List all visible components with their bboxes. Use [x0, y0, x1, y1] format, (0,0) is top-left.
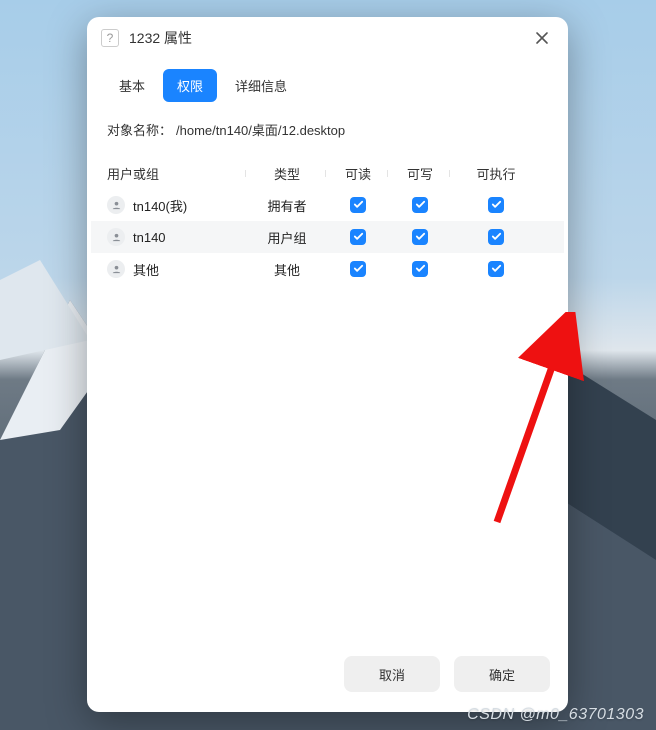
watermark-text: CSDN @m0_63701303 — [467, 706, 644, 724]
user-icon — [107, 228, 125, 246]
checkbox-read[interactable] — [350, 261, 366, 277]
header-user-or-group: 用户或组 — [107, 164, 247, 183]
table-row: tn140(我) 拥有者 — [91, 189, 564, 221]
window-title: 1232 属性 — [129, 28, 192, 48]
ok-button[interactable]: 确定 — [454, 656, 550, 692]
permissions-table: 用户或组 类型 可读 可写 可执行 tn140(我) 拥有者 tn1 — [87, 157, 568, 285]
dialog-footer: 取消 确定 — [87, 640, 568, 712]
tab-permissions[interactable]: 权限 — [163, 69, 217, 102]
user-icon — [107, 260, 125, 278]
checkbox-exec[interactable] — [488, 261, 504, 277]
header-write: 可写 — [389, 164, 451, 183]
table-row: tn140 用户组 — [91, 221, 564, 253]
checkbox-exec[interactable] — [488, 197, 504, 213]
titlebar: ? 1232 属性 — [87, 17, 568, 59]
tab-details[interactable]: 详细信息 — [221, 69, 301, 102]
object-name-row: 对象名称： /home/tn140/桌面/12.desktop — [87, 114, 568, 157]
row-name: tn140 — [133, 230, 166, 245]
row-type: 其他 — [247, 260, 327, 279]
object-name-value: /home/tn140/桌面/12.desktop — [176, 120, 345, 139]
checkbox-write[interactable] — [412, 261, 428, 277]
tab-basic[interactable]: 基本 — [105, 69, 159, 102]
header-exec: 可执行 — [451, 164, 541, 183]
object-name-label: 对象名称： — [107, 120, 172, 139]
desktop-wallpaper: ? 1232 属性 基本 权限 详细信息 对象名称： /home/tn140/桌… — [0, 0, 656, 730]
row-name: tn140(我) — [133, 196, 187, 215]
row-type: 用户组 — [247, 228, 327, 247]
row-name: 其他 — [133, 260, 159, 279]
file-unknown-icon: ? — [101, 29, 119, 47]
tab-bar: 基本 权限 详细信息 — [87, 59, 568, 114]
checkbox-write[interactable] — [412, 197, 428, 213]
header-type: 类型 — [247, 164, 327, 183]
checkbox-exec[interactable] — [488, 229, 504, 245]
properties-dialog: ? 1232 属性 基本 权限 详细信息 对象名称： /home/tn140/桌… — [87, 17, 568, 712]
checkbox-read[interactable] — [350, 197, 366, 213]
user-icon — [107, 196, 125, 214]
header-read: 可读 — [327, 164, 389, 183]
checkbox-write[interactable] — [412, 229, 428, 245]
table-row: 其他 其他 — [91, 253, 564, 285]
permissions-header-row: 用户或组 类型 可读 可写 可执行 — [91, 157, 564, 189]
row-type: 拥有者 — [247, 196, 327, 215]
close-button[interactable] — [530, 26, 554, 50]
annotation-arrow-icon — [387, 312, 607, 532]
checkbox-read[interactable] — [350, 229, 366, 245]
cancel-button[interactable]: 取消 — [344, 656, 440, 692]
close-icon — [535, 31, 549, 45]
